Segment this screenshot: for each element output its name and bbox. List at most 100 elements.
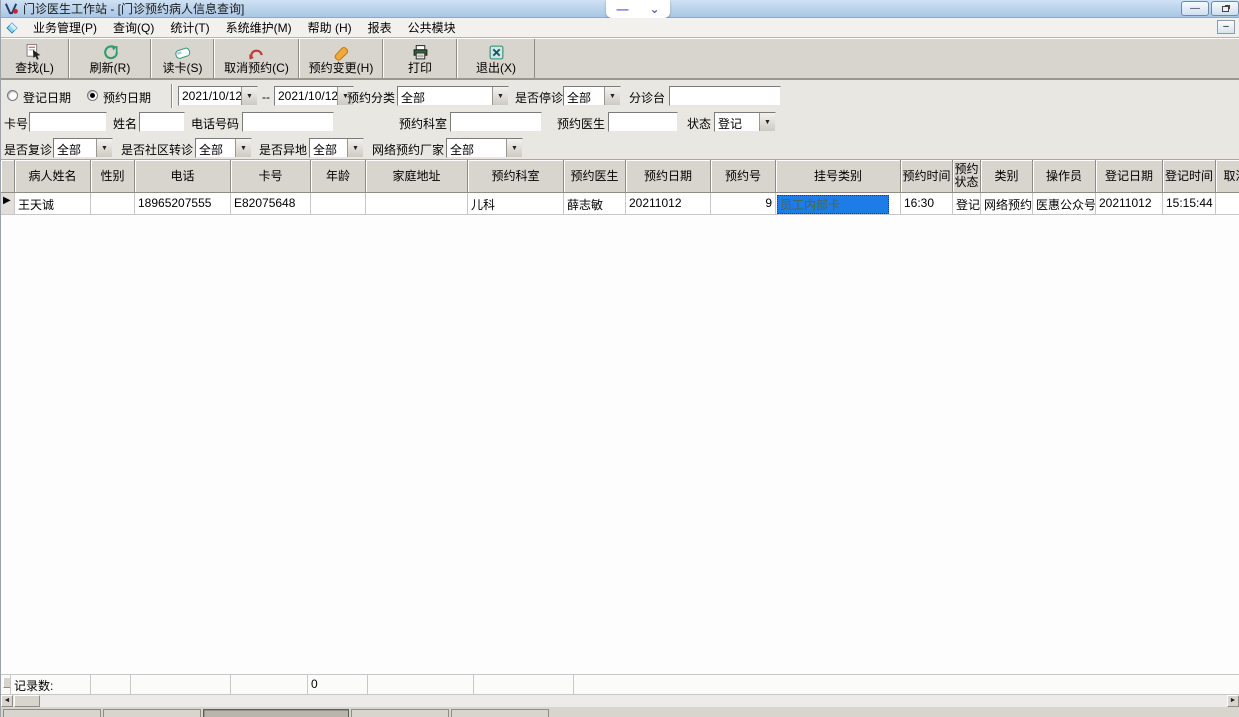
chevron-down-icon[interactable]: ⌄ bbox=[649, 3, 659, 15]
col-header-card-no[interactable]: 卡号 bbox=[231, 160, 311, 193]
tab-outpatient-visit[interactable]: 门诊病人就诊 bbox=[3, 709, 102, 717]
menu-query[interactable]: 查询(Q) bbox=[105, 18, 162, 37]
col-header-doctor[interactable]: 预约医生 bbox=[564, 160, 626, 193]
phone-input[interactable] bbox=[242, 112, 334, 132]
exit-button[interactable]: 退出(X) bbox=[457, 39, 535, 78]
menu-maintenance[interactable]: 系统维护(M) bbox=[218, 18, 300, 37]
tab-appointment-info-query[interactable]: 门诊预约病人信息查询 bbox=[203, 709, 350, 717]
scroll-right-arrow[interactable]: ► bbox=[1227, 695, 1239, 707]
radio-appointment-date[interactable] bbox=[87, 90, 98, 101]
network-vendor-select[interactable]: 全部 ▼ bbox=[446, 138, 523, 158]
col-header-appt-time[interactable]: 预约时间 bbox=[901, 160, 953, 193]
menu-report[interactable]: 报表 bbox=[360, 18, 400, 37]
grid-header: 病人姓名 性别 电话 卡号 年龄 家庭地址 预约科室 预约医生 预约日期 预约号… bbox=[1, 160, 1239, 193]
cell-card-no[interactable]: E82075648 bbox=[231, 193, 311, 214]
cell-reg-time[interactable]: 15:15:44 bbox=[1163, 193, 1216, 214]
minimize-button[interactable]: — bbox=[1181, 1, 1209, 16]
col-header-age[interactable]: 年龄 bbox=[311, 160, 366, 193]
tab-appointment-patient-query[interactable]: 预约病人查询 bbox=[451, 709, 550, 717]
filter-row-3: 是否复诊 全部 ▼ 是否社区转诊 全部 ▼ 是否异地 全部 ▼ 网络预约厂家 全… bbox=[1, 136, 1239, 160]
overlay-minimize-icon[interactable]: — bbox=[616, 3, 628, 15]
restore-button[interactable] bbox=[1211, 1, 1239, 16]
menu-business[interactable]: 业务管理(P) bbox=[25, 18, 105, 37]
filter-row-1: 登记日期 预约日期 2021/10/12 ▼ -- 2021/10/12 ▼ 预… bbox=[1, 84, 1239, 108]
col-header-address[interactable]: 家庭地址 bbox=[366, 160, 468, 193]
table-row[interactable]: ▶ 王天诚 18965207555 E82075648 儿科 薛志敏 20211… bbox=[1, 193, 1239, 215]
radio-registration-date[interactable] bbox=[7, 90, 18, 101]
col-header-indicator bbox=[1, 160, 15, 193]
eraser-icon bbox=[333, 43, 350, 61]
window-title: 门诊医生工作站 - [门诊预约病人信息查询] bbox=[23, 2, 245, 16]
change-appointment-button[interactable]: 预约变更(H) bbox=[299, 39, 383, 78]
cell-appt-time[interactable]: 16:30 bbox=[901, 193, 953, 214]
tab-hospital-record-query[interactable]: 全院病历查询 bbox=[103, 709, 202, 717]
cell-dept[interactable]: 儿科 bbox=[468, 193, 564, 214]
status-select[interactable]: 登记 ▼ bbox=[714, 112, 776, 132]
chevron-down-icon: ▼ bbox=[506, 139, 522, 157]
cell-appt-no[interactable]: 9 bbox=[711, 193, 776, 214]
revisit-select[interactable]: 全部 ▼ bbox=[53, 138, 113, 158]
cell-gender[interactable] bbox=[91, 193, 135, 214]
col-header-appt-status[interactable]: 预约状态 bbox=[953, 160, 981, 193]
scrollbar-thumb[interactable] bbox=[14, 695, 40, 707]
cell-category[interactable]: 网络预约 bbox=[981, 193, 1033, 214]
find-button[interactable]: 查找(L) bbox=[1, 39, 69, 78]
tab-appointment-registration[interactable]: 预约挂号管理 bbox=[351, 709, 450, 717]
col-header-reg-time[interactable]: 登记时间 bbox=[1163, 160, 1216, 193]
date-from-select[interactable]: 2021/10/12 ▼ bbox=[178, 86, 258, 106]
cancel-appointment-button[interactable]: 取消预约(C) bbox=[214, 39, 299, 78]
community-referral-select[interactable]: 全部 ▼ bbox=[195, 138, 252, 158]
col-header-gender[interactable]: 性别 bbox=[91, 160, 135, 193]
undo-icon bbox=[248, 43, 265, 61]
col-header-appt-no[interactable]: 预约号 bbox=[711, 160, 776, 193]
horizontal-scrollbar[interactable]: ◄ ► bbox=[1, 695, 1239, 707]
restore-icon bbox=[1221, 5, 1229, 12]
phone-label: 电话号码 bbox=[191, 117, 240, 131]
doctor-input[interactable] bbox=[608, 112, 678, 132]
read-card-button[interactable]: 读卡(S) bbox=[151, 39, 214, 78]
col-header-operator[interactable]: 操作员 bbox=[1033, 160, 1096, 193]
cell-cancel[interactable] bbox=[1216, 193, 1239, 214]
col-header-reg-date[interactable]: 登记日期 bbox=[1096, 160, 1163, 193]
name-input[interactable] bbox=[139, 112, 185, 132]
date-to-select[interactable]: 2021/10/12 ▼ bbox=[274, 86, 354, 106]
col-header-phone[interactable]: 电话 bbox=[135, 160, 231, 193]
cell-phone[interactable]: 18965207555 bbox=[135, 193, 231, 214]
cell-reg-type[interactable]: 员工内部卡 bbox=[776, 193, 901, 214]
appointment-category-select[interactable]: 全部 ▼ bbox=[397, 86, 509, 106]
window-controls: — bbox=[1181, 1, 1239, 16]
menu-public-module[interactable]: 公共模块 bbox=[400, 18, 464, 37]
chevron-down-icon: ▼ bbox=[235, 139, 251, 157]
menu-help[interactable]: 帮助 (H) bbox=[300, 18, 360, 37]
refresh-button[interactable]: 刷新(R) bbox=[69, 39, 151, 78]
selected-cell[interactable]: 员工内部卡 bbox=[777, 195, 889, 214]
is-suspended-select[interactable]: 全部 ▼ bbox=[563, 86, 621, 106]
mdi-minimize-button[interactable]: – bbox=[1217, 20, 1235, 34]
nonlocal-select[interactable]: 全部 ▼ bbox=[309, 138, 364, 158]
cell-address[interactable] bbox=[366, 193, 468, 214]
cell-appt-status[interactable]: 登记 bbox=[953, 193, 981, 214]
triage-desk-input[interactable] bbox=[669, 86, 781, 106]
record-count-label: 记录数: bbox=[11, 675, 91, 694]
col-header-cancel[interactable]: 取消 bbox=[1216, 160, 1239, 193]
cell-doctor[interactable]: 薛志敏 bbox=[564, 193, 626, 214]
col-header-patient-name[interactable]: 病人姓名 bbox=[15, 160, 91, 193]
cell-reg-date[interactable]: 20211012 bbox=[1096, 193, 1163, 214]
scroll-left-arrow[interactable]: ◄ bbox=[1, 695, 13, 707]
col-header-appt-date[interactable]: 预约日期 bbox=[626, 160, 711, 193]
col-header-reg-type[interactable]: 挂号类别 bbox=[776, 160, 901, 193]
cell-age[interactable] bbox=[311, 193, 366, 214]
col-header-dept[interactable]: 预约科室 bbox=[468, 160, 564, 193]
cell-patient-name[interactable]: 王天诚 bbox=[15, 193, 91, 214]
print-button[interactable]: 打印 bbox=[383, 39, 457, 78]
network-vendor-label: 网络预约厂家 bbox=[372, 143, 445, 157]
menu-gem-icon bbox=[5, 21, 19, 35]
menu-statistics[interactable]: 统计(T) bbox=[162, 18, 217, 37]
dept-input[interactable] bbox=[450, 112, 542, 132]
cell-operator[interactable]: 医惠公众号 bbox=[1033, 193, 1096, 214]
refresh-icon bbox=[102, 43, 119, 61]
cell-appt-date[interactable]: 20211012 bbox=[626, 193, 711, 214]
col-header-category[interactable]: 类别 bbox=[981, 160, 1033, 193]
card-no-input[interactable] bbox=[29, 112, 107, 132]
chevron-down-icon: ▼ bbox=[241, 87, 257, 105]
